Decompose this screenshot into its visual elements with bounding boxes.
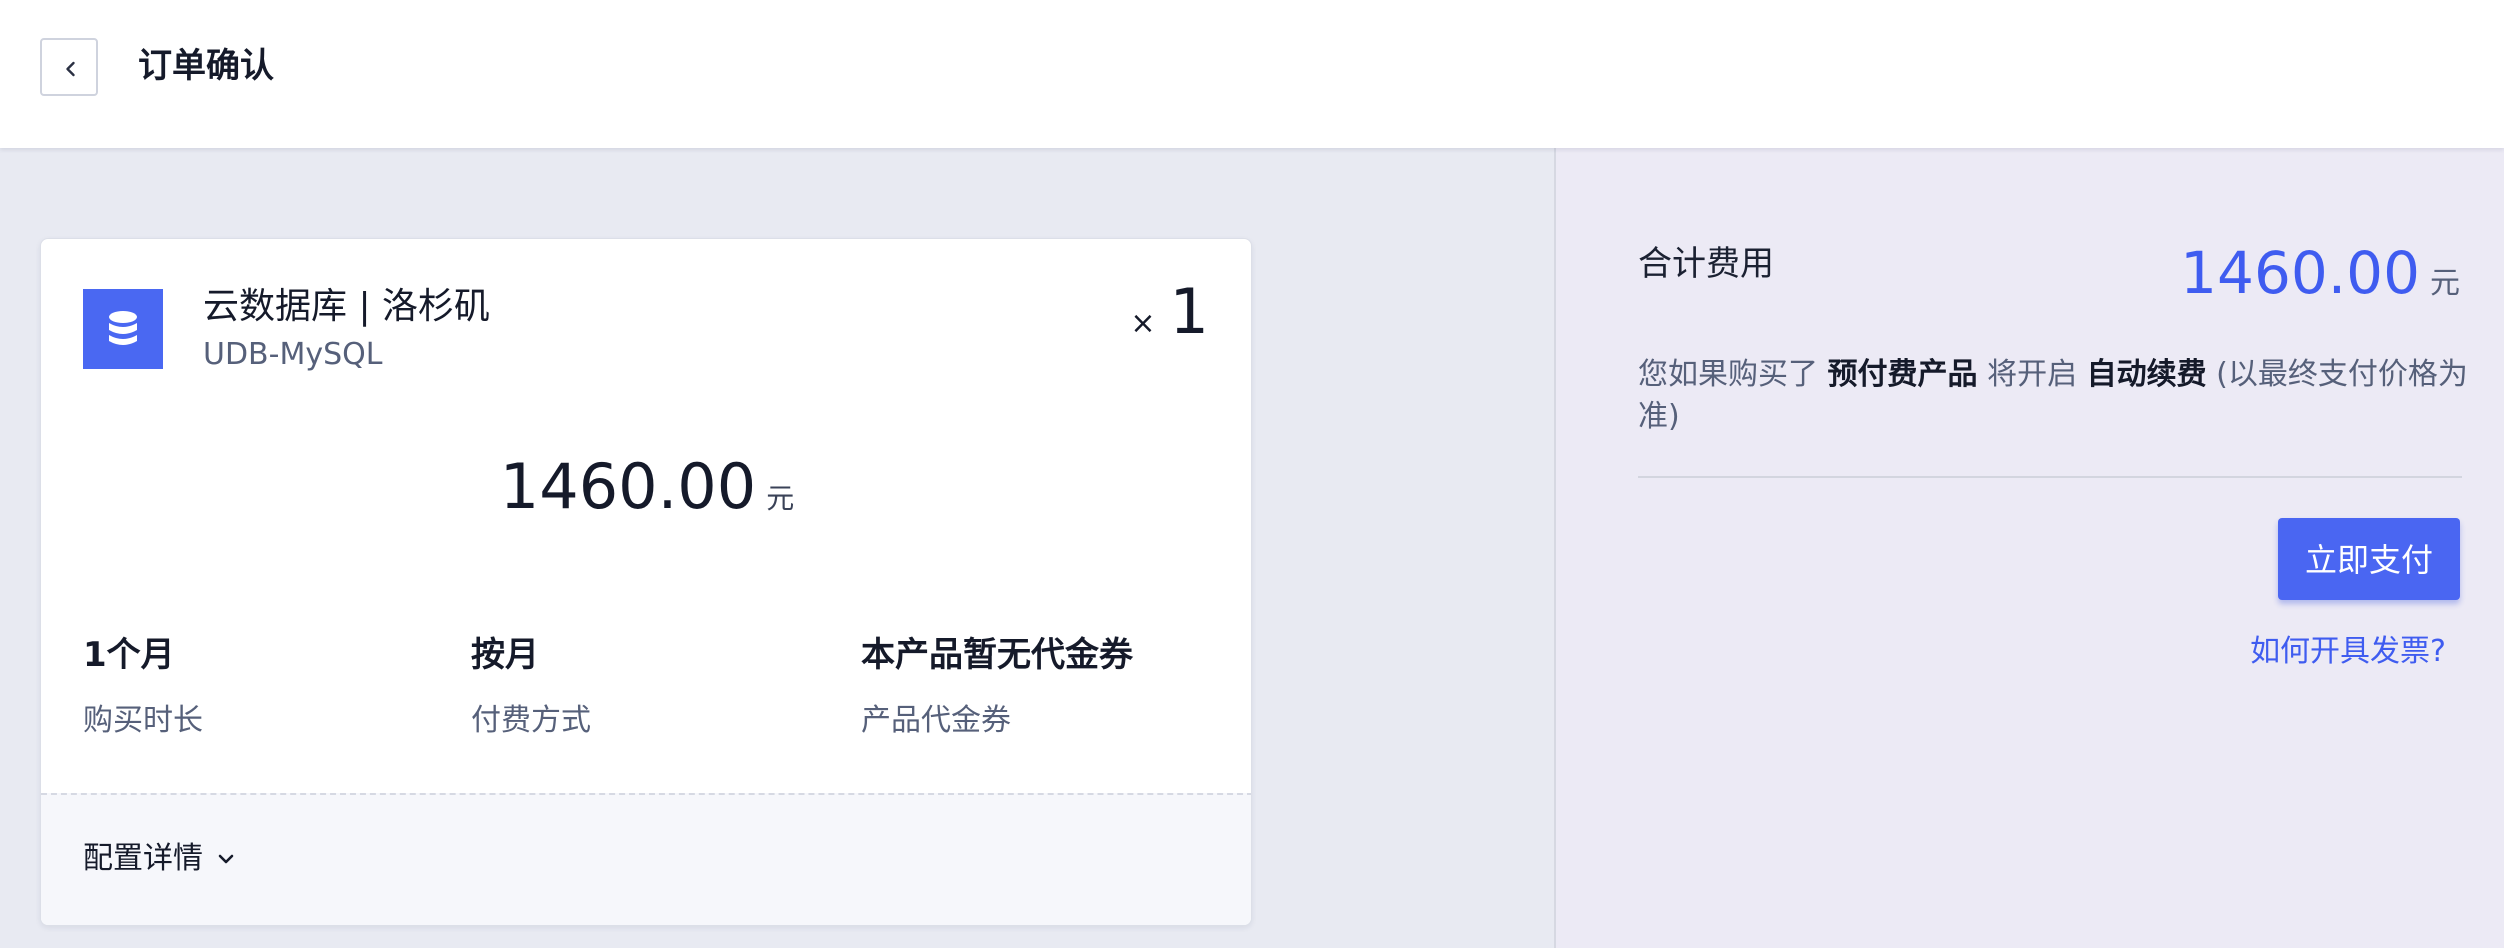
spec-duration-label: 购买时长 [83, 703, 203, 738]
quantity-multiplier: × [1130, 306, 1156, 341]
config-details-bar: 配置详情 [41, 793, 1251, 925]
product-icon-tile [83, 289, 163, 369]
config-details-toggle[interactable]: 配置详情 [83, 839, 237, 879]
quantity-value: 1 [1169, 275, 1209, 348]
database-icon [109, 311, 137, 345]
config-details-label: 配置详情 [83, 841, 203, 876]
spec-billing: 按月 付费方式 [471, 633, 591, 741]
quantity-display: × 1 [1130, 277, 1209, 347]
notice-mid: 将开启 [1977, 357, 2087, 392]
product-subtitle: UDB-MySQL [203, 337, 383, 372]
chevron-down-icon [218, 854, 234, 864]
chevron-left-icon [66, 61, 75, 77]
spec-voucher-label: 产品代金券 [861, 703, 1011, 738]
summary-divider [1638, 476, 2462, 478]
spec-billing-label: 付费方式 [471, 703, 591, 738]
product-name: 云数据库 | 洛杉矶 [203, 286, 491, 327]
invoice-help-link[interactable]: 如何开具发票? [2250, 632, 2446, 672]
product-price-amount: 1460.00 [499, 450, 757, 523]
spec-voucher: 本产品暂无代金券 产品代金券 [861, 633, 1133, 741]
notice-prepaid-product: 预付费产品 [1827, 357, 1978, 392]
order-pane: 云数据库 | 洛杉矶 UDB-MySQL × 1 1460.00 元 1个月 购买… [0, 148, 1554, 948]
pay-now-button[interactable]: 立即支付 [2278, 518, 2460, 600]
total-price: 1460.00 元 [2180, 240, 2460, 306]
spec-voucher-value: 本产品暂无代金券 [861, 635, 1133, 675]
back-button[interactable] [40, 38, 98, 96]
total-label: 合计费用 [1638, 244, 1774, 284]
summary-pane: 合计费用 1460.00 元 您如果购买了 预付费产品 将开启 自动续费 (以最… [1554, 148, 2504, 948]
total-price-amount: 1460.00 [2180, 239, 2420, 307]
order-card: 云数据库 | 洛杉矶 UDB-MySQL × 1 1460.00 元 1个月 购买… [40, 238, 1252, 926]
spec-billing-value: 按月 [471, 635, 539, 675]
product-price-unit: 元 [766, 482, 795, 515]
total-price-unit: 元 [2430, 266, 2460, 301]
notice-auto-renew: 自动续费 [2086, 357, 2207, 392]
spec-duration-value: 1个月 [83, 635, 175, 675]
auto-renew-notice: 您如果购买了 预付费产品 将开启 自动续费 (以最终支付价格为准) [1638, 354, 2468, 438]
product-price: 1460.00 元 [41, 449, 1251, 525]
spec-duration: 1个月 购买时长 [83, 633, 203, 741]
notice-prefix: 您如果购买了 [1638, 357, 1828, 392]
page-header: 订单确认 [0, 0, 2504, 148]
page-title: 订单确认 [138, 46, 274, 86]
